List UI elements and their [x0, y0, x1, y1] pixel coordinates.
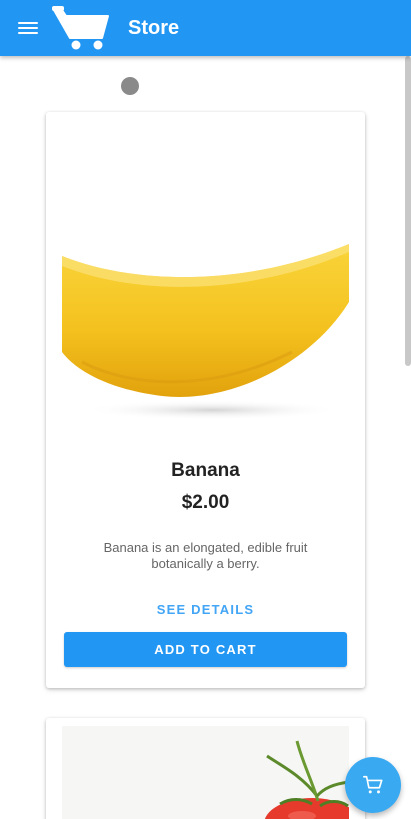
menu-icon	[18, 22, 38, 24]
app-title: Store	[128, 17, 180, 39]
product-image-tomato	[62, 726, 349, 819]
menu-button[interactable]	[12, 12, 44, 44]
product-card	[46, 718, 365, 819]
product-description: Banana is an elongated, edible fruit bot…	[103, 540, 308, 571]
scrollbar[interactable]	[405, 56, 411, 366]
product-name: Banana	[171, 460, 240, 481]
add-to-cart-button[interactable]: ADD TO CART	[64, 632, 347, 667]
product-card: Banana $2.00 Banana is an elongated, edi…	[46, 112, 365, 688]
product-image-banana	[62, 244, 349, 420]
product-price: $2.00	[181, 492, 230, 513]
shopping-cart-icon	[52, 6, 109, 50]
see-details-link[interactable]: SEE DETAILS	[46, 602, 365, 617]
app-bar: Store	[0, 0, 411, 56]
loading-indicator	[121, 77, 139, 95]
cart-fab-button[interactable]	[345, 757, 401, 813]
shopping-cart-icon	[363, 775, 383, 794]
